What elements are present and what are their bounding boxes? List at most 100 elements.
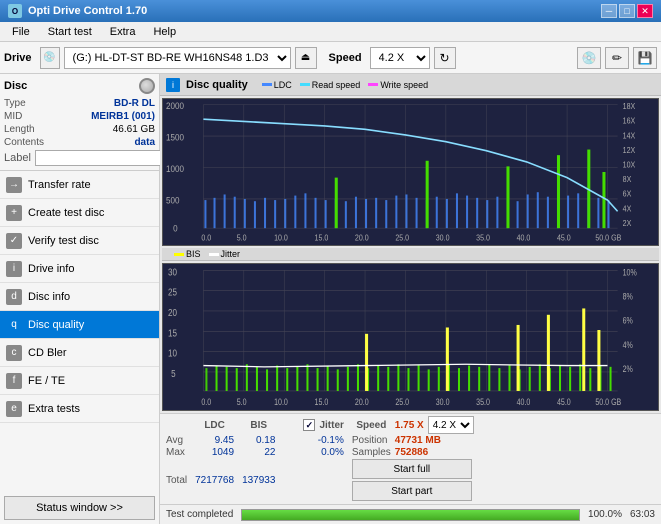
svg-text:10X: 10X xyxy=(623,160,636,169)
ldc-chart: 2000 1500 1000 500 0 18X 16X 14X 12X 10X… xyxy=(162,98,659,246)
minimize-button[interactable]: ─ xyxy=(601,4,617,18)
disc-quality-header: i Disc quality LDC Read speed Write spee… xyxy=(160,74,661,96)
disc-mid-value: MEIRB1 (001) xyxy=(91,111,155,122)
chart2-legend-bar: BIS Jitter xyxy=(162,248,659,261)
sidebar-item-label: Verify test disc xyxy=(28,235,99,247)
eject-button[interactable]: ⏏ xyxy=(295,47,317,69)
disc-length-value: 46.61 GB xyxy=(113,124,155,135)
start-part-button[interactable]: Start part xyxy=(352,481,472,501)
svg-text:40.0: 40.0 xyxy=(517,233,531,242)
drive-select[interactable]: (G:) HL-DT-ST BD-RE WH16NS48 1.D3 xyxy=(64,47,291,69)
svg-text:25.0: 25.0 xyxy=(395,233,409,242)
menu-start-test[interactable]: Start test xyxy=(40,24,100,40)
create-test-disc-icon: + xyxy=(6,205,22,221)
disc-quality-header-icon: i xyxy=(166,78,180,92)
disc-type-value: BD-R DL xyxy=(114,98,155,109)
label-input[interactable] xyxy=(35,150,173,166)
drive-toolbar: Drive 💿 (G:) HL-DT-ST BD-RE WH16NS48 1.D… xyxy=(0,42,661,74)
sidebar-item-label: FE / TE xyxy=(28,375,65,387)
svg-text:30.0: 30.0 xyxy=(436,397,450,407)
status-text: Test completed xyxy=(166,509,233,520)
svg-text:16X: 16X xyxy=(623,116,636,125)
ldc-chart-svg: 2000 1500 1000 500 0 18X 16X 14X 12X 10X… xyxy=(163,99,658,245)
disc-button[interactable]: 💿 xyxy=(577,47,601,69)
bis-chart-svg: 30 25 20 15 10 5 10% 8% 6% 4% 2% 0.0 5.0… xyxy=(163,264,658,410)
svg-text:15: 15 xyxy=(168,328,177,339)
write-button[interactable]: ✏ xyxy=(605,47,629,69)
stats-avg-row: Avg 9.45 0.18 -0.1% Position 47731 MB xyxy=(166,435,478,447)
sidebar-item-disc-quality[interactable]: q Disc quality xyxy=(0,311,159,339)
disc-length-row: Length 46.61 GB xyxy=(4,124,155,135)
sidebar-item-transfer-rate[interactable]: → Transfer rate xyxy=(0,171,159,199)
menu-file[interactable]: File xyxy=(4,24,38,40)
save-button[interactable]: 💾 xyxy=(633,47,657,69)
svg-text:8X: 8X xyxy=(623,175,632,184)
samples-value: 752886 xyxy=(395,447,478,459)
sidebar-item-disc-info[interactable]: d Disc info xyxy=(0,283,159,311)
legend-ldc: LDC xyxy=(262,80,292,90)
svg-text:20: 20 xyxy=(168,307,177,318)
svg-text:0.0: 0.0 xyxy=(201,397,211,407)
sidebar: Disc Type BD-R DL MID MEIRB1 (001) Lengt… xyxy=(0,74,160,524)
right-panel: i Disc quality LDC Read speed Write spee… xyxy=(160,74,661,524)
close-button[interactable]: ✕ xyxy=(637,4,653,18)
svg-text:500: 500 xyxy=(166,195,180,206)
stats-col-speed-select[interactable]: 4.2 X xyxy=(428,416,478,435)
chart2-legend: BIS Jitter xyxy=(174,249,240,259)
stats-col-ldc: LDC xyxy=(195,416,242,435)
sidebar-item-drive-info[interactable]: i Drive info xyxy=(0,255,159,283)
nav-items: → Transfer rate + Create test disc ✓ Ver… xyxy=(0,171,159,423)
sidebar-item-extra-tests[interactable]: e Extra tests xyxy=(0,395,159,423)
fe-te-icon: f xyxy=(6,373,22,389)
stats-total-row: Total 7217768 137933 Start full Start pa… xyxy=(166,459,478,502)
refresh-button[interactable]: ↻ xyxy=(434,47,456,69)
progress-area: Test completed 100.0% 63:03 xyxy=(160,504,661,524)
sidebar-item-label: Drive info xyxy=(28,263,74,275)
svg-text:5.0: 5.0 xyxy=(237,233,247,242)
svg-text:50.0 GB: 50.0 GB xyxy=(595,233,621,242)
svg-text:40.0: 40.0 xyxy=(517,397,531,407)
verify-test-disc-icon: ✓ xyxy=(6,233,22,249)
speed-select[interactable]: 4.2 X xyxy=(370,47,430,69)
samples-label: Samples xyxy=(352,447,395,459)
sidebar-item-verify-test-disc[interactable]: ✓ Verify test disc xyxy=(0,227,159,255)
svg-text:2%: 2% xyxy=(623,364,633,374)
drive-icon: 💿 xyxy=(40,47,60,69)
svg-text:1500: 1500 xyxy=(166,132,184,143)
disc-quality-title: Disc quality xyxy=(186,79,248,91)
svg-text:45.0: 45.0 xyxy=(557,397,571,407)
action-buttons: Start full Start part xyxy=(352,459,472,501)
sidebar-item-fe-te[interactable]: f FE / TE xyxy=(0,367,159,395)
chart1-legend: LDC Read speed Write speed xyxy=(262,80,428,90)
stats-speed-dropdown[interactable]: 4.2 X xyxy=(428,416,474,434)
drive-info-icon: i xyxy=(6,261,22,277)
disc-panel-title: Disc xyxy=(4,80,27,92)
status-window-button[interactable]: Status window >> xyxy=(4,496,155,520)
svg-text:35.0: 35.0 xyxy=(476,397,490,407)
stats-col-speed-label: Speed xyxy=(352,416,395,435)
app-icon: O xyxy=(8,4,22,18)
disc-icon xyxy=(139,78,155,94)
menu-help[interactable]: Help xyxy=(145,24,184,40)
sidebar-item-cd-bler[interactable]: c CD Bler xyxy=(0,339,159,367)
menu-extra[interactable]: Extra xyxy=(102,24,144,40)
svg-text:0: 0 xyxy=(173,223,178,234)
svg-text:10.0: 10.0 xyxy=(274,233,288,242)
jitter-checkbox[interactable]: ✓ xyxy=(303,419,315,431)
disc-quality-icon: q xyxy=(6,317,22,333)
disc-label-row: Label ⚙ xyxy=(4,150,155,166)
svg-text:4X: 4X xyxy=(623,204,632,213)
svg-text:2X: 2X xyxy=(623,219,632,228)
stats-col-speed-value: 1.75 X xyxy=(395,416,428,435)
stats-col-jitter: ✓ Jitter xyxy=(303,416,351,435)
legend-read-speed-color xyxy=(300,83,310,86)
start-full-button[interactable]: Start full xyxy=(352,459,472,479)
sidebar-item-label: Create test disc xyxy=(28,207,104,219)
stats-table: LDC BIS ✓ Jitter Speed xyxy=(166,416,478,502)
maximize-button[interactable]: □ xyxy=(619,4,635,18)
svg-text:10%: 10% xyxy=(623,268,637,278)
progress-percent: 100.0% xyxy=(588,509,622,520)
position-value: 47731 MB xyxy=(395,435,478,447)
sidebar-item-create-test-disc[interactable]: + Create test disc xyxy=(0,199,159,227)
menu-bar: File Start test Extra Help xyxy=(0,22,661,42)
